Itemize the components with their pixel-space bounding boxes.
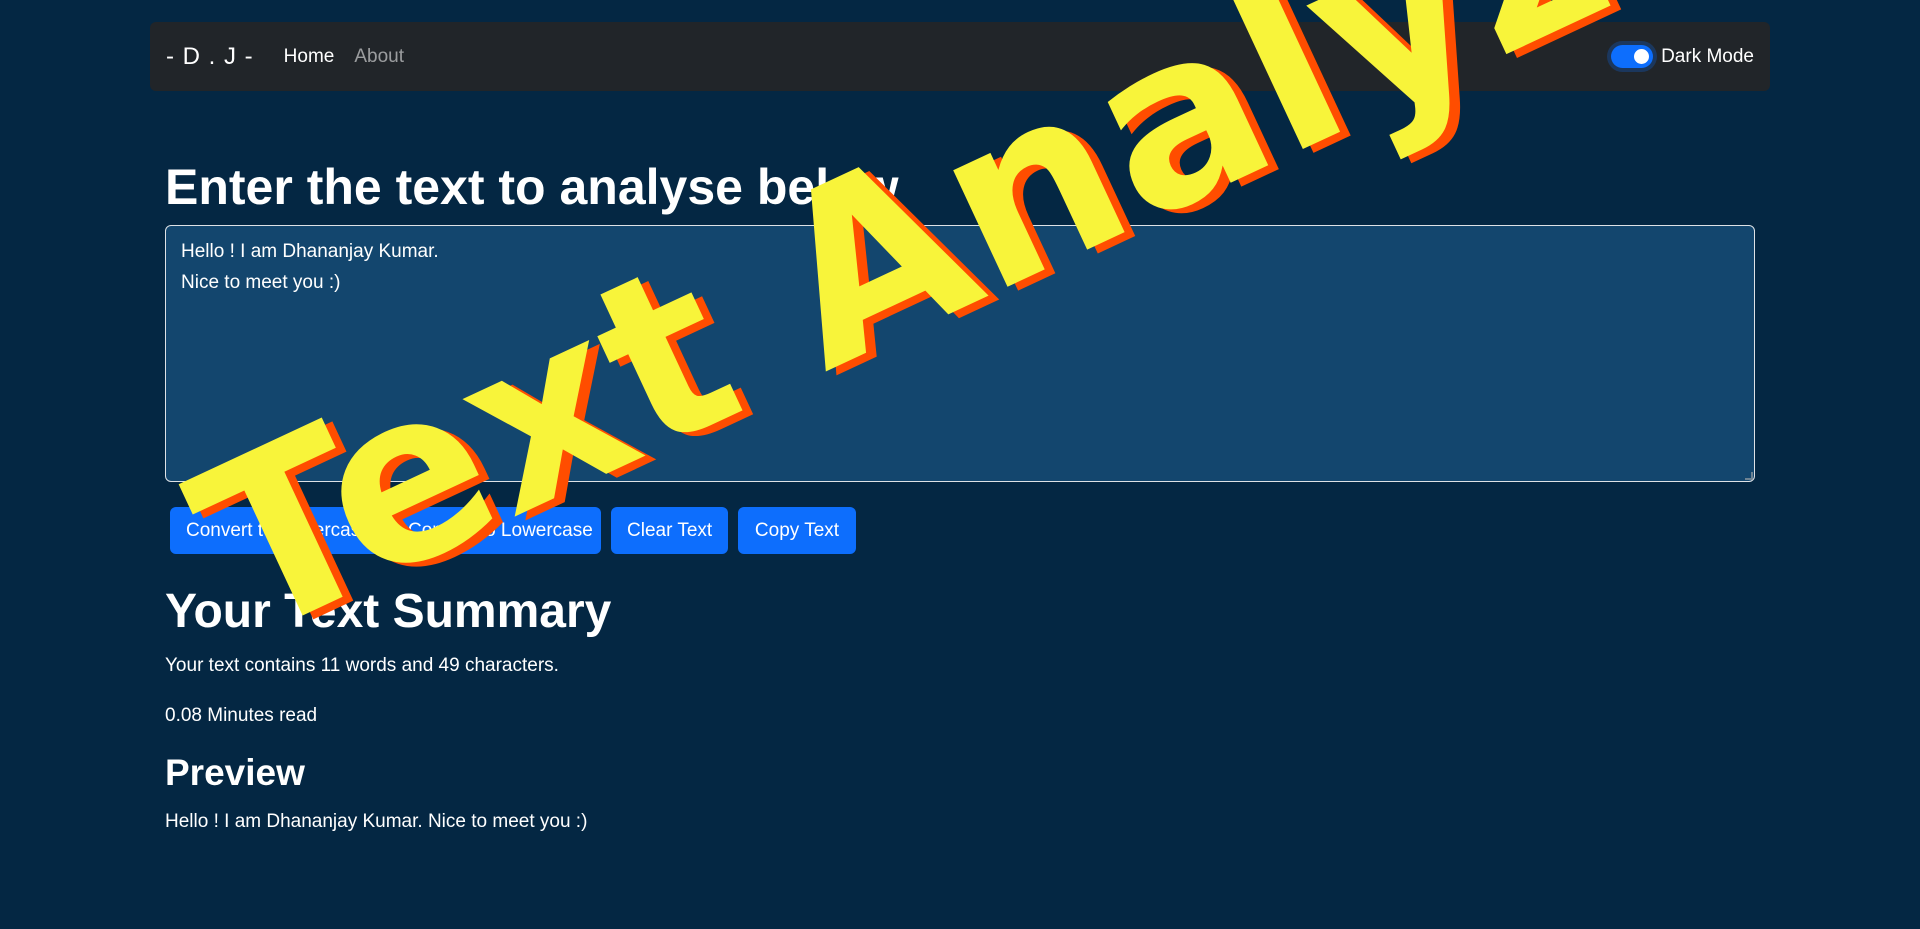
toggle-switch[interactable]	[1611, 45, 1654, 68]
textarea-resize-handle[interactable]	[1745, 472, 1753, 480]
page-title: Enter the text to analyse below	[165, 159, 899, 215]
dark-mode-label: Dark Mode	[1661, 45, 1754, 67]
action-buttons: Convert to Uppercase Convert to Lowercas…	[170, 507, 856, 554]
brand-logo[interactable]: - D . J -	[166, 43, 254, 71]
dark-mode-toggle[interactable]: Dark Mode	[1611, 45, 1754, 68]
nav-link-home[interactable]: Home	[284, 46, 335, 68]
preview-text: Hello ! I am Dhananjay Kumar. Nice to me…	[165, 811, 588, 832]
convert-uppercase-button[interactable]: Convert to Uppercase	[170, 507, 382, 554]
summary-heading: Your Text Summary	[165, 585, 612, 638]
read-time: 0.08 Minutes read	[165, 705, 318, 726]
clear-text-button[interactable]: Clear Text	[611, 507, 728, 554]
toggle-knob	[1634, 49, 1650, 64]
text-input-area[interactable]	[165, 225, 1755, 482]
nav-link-about[interactable]: About	[354, 46, 404, 68]
navbar: - D . J - Home About Dark Mode	[150, 22, 1770, 91]
convert-lowercase-button[interactable]: Convert to Lowercase	[392, 507, 601, 554]
preview-heading: Preview	[165, 752, 305, 793]
copy-text-button[interactable]: Copy Text	[738, 507, 856, 554]
page: - D . J - Home About Dark Mode Enter the…	[0, 0, 1920, 929]
word-char-count: Your text contains 11 words and 49 chara…	[165, 655, 559, 676]
